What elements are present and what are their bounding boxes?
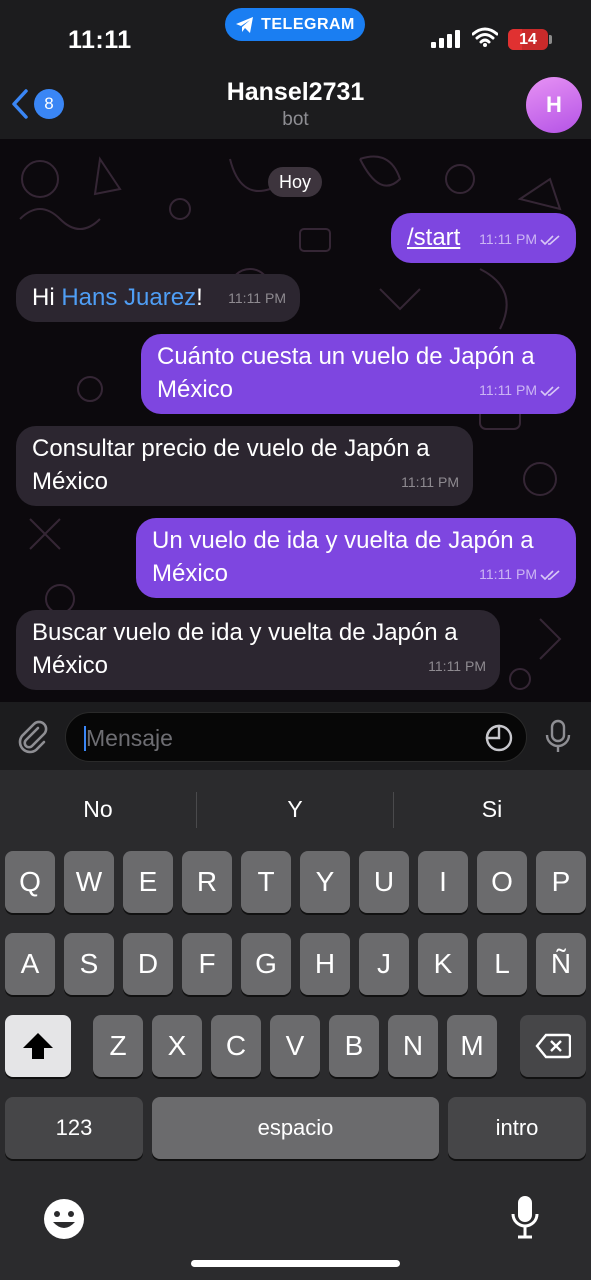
message-text-line1: Consultar precio de vuelo de Japón a xyxy=(32,435,430,462)
battery-level: 14 xyxy=(519,30,537,48)
key-b[interactable]: B xyxy=(329,1015,379,1077)
key-k[interactable]: K xyxy=(418,933,468,995)
message-text-line2: México xyxy=(32,468,109,495)
key-m[interactable]: M xyxy=(447,1015,497,1077)
shift-arrow-icon xyxy=(23,1033,53,1059)
message-meta: 11:11 PM xyxy=(428,650,486,683)
message-prefix: Hi xyxy=(32,284,62,311)
key-l[interactable]: L xyxy=(477,933,527,995)
message-bubble-outgoing[interactable]: Un vuelo de ida y vuelta de Japón a Méxi… xyxy=(136,518,576,598)
key-x[interactable]: X xyxy=(152,1015,202,1077)
key-q[interactable]: Q xyxy=(5,851,55,913)
chat-title[interactable]: Hansel2731 xyxy=(0,78,591,107)
message-text-line2: México xyxy=(152,560,229,587)
message-text-line1: Cuánto cuesta un vuelo de Japón a xyxy=(157,343,535,370)
key-r[interactable]: R xyxy=(182,851,232,913)
message-meta: 11:11 PM xyxy=(228,282,286,315)
backspace-key[interactable] xyxy=(520,1015,586,1077)
date-chip: Hoy xyxy=(268,167,322,197)
message-bubble-outgoing[interactable]: Cuánto cuesta un vuelo de Japón a México… xyxy=(141,334,576,414)
cellular-signal-icon xyxy=(431,30,460,48)
chat-subtitle: bot xyxy=(282,109,309,130)
message-text[interactable]: /start xyxy=(407,221,460,254)
key-u[interactable]: U xyxy=(359,851,409,913)
telegram-pill[interactable]: TELEGRAM xyxy=(225,8,365,41)
key-e[interactable]: E xyxy=(123,851,173,913)
message-text-line1: Buscar vuelo de ida y vuelta de Japón a xyxy=(32,619,458,646)
key-y[interactable]: Y xyxy=(300,851,350,913)
shift-key[interactable] xyxy=(5,1015,71,1077)
telegram-icon xyxy=(236,16,254,33)
message-text: Hi Hans Juarez! xyxy=(32,281,203,314)
numbers-key[interactable]: 123 xyxy=(5,1097,143,1159)
key-g[interactable]: G xyxy=(241,933,291,995)
suggestion-3[interactable]: Si xyxy=(394,796,590,823)
double-check-icon xyxy=(540,569,560,580)
message-meta: 11:11 PM xyxy=(479,374,562,407)
key-p[interactable]: P xyxy=(536,851,586,913)
key-w[interactable]: W xyxy=(64,851,114,913)
message-time: 11:11 PM xyxy=(428,658,486,674)
key-z[interactable]: Z xyxy=(93,1015,143,1077)
key-n[interactable]: N xyxy=(388,1015,438,1077)
message-text-line2: México xyxy=(32,652,109,679)
message-meta: 11:11 PM xyxy=(401,466,459,499)
wifi-icon xyxy=(472,27,498,47)
message-suffix: ! xyxy=(196,284,203,311)
message-text-line2: México xyxy=(157,376,234,403)
key-v[interactable]: V xyxy=(270,1015,320,1077)
message-composer: Mensaje xyxy=(0,702,591,770)
message-text-line1: Un vuelo de ida y vuelta de Japón a xyxy=(152,527,534,554)
chat-header: 8 Hansel2731 bot H xyxy=(0,66,591,139)
key-a[interactable]: A xyxy=(5,933,55,995)
status-time: 11:11 xyxy=(68,26,132,54)
key-c[interactable]: C xyxy=(211,1015,261,1077)
message-bubble-incoming[interactable]: Consultar precio de vuelo de Japón a Méx… xyxy=(16,426,473,506)
avatar[interactable]: H xyxy=(526,77,582,133)
message-time: 11:11 PM xyxy=(479,382,537,398)
message-meta: 11:11 PM xyxy=(479,558,562,591)
message-time: 11:11 PM xyxy=(479,566,537,582)
space-key[interactable]: espacio xyxy=(152,1097,439,1159)
emoji-icon[interactable] xyxy=(43,1198,85,1240)
double-check-icon xyxy=(540,385,560,396)
key-h[interactable]: H xyxy=(300,933,350,995)
user-mention-link[interactable]: Hans Juarez xyxy=(61,284,196,311)
message-bubble-incoming[interactable]: Buscar vuelo de ida y vuelta de Japón a … xyxy=(16,610,500,690)
message-time: 11:11 PM xyxy=(479,231,537,247)
suggestion-1[interactable]: No xyxy=(0,796,196,823)
keyboard: No Y Si QWERTYUIOP ASDFGHJKLÑ ZXCVBNM 12… xyxy=(0,770,591,1280)
message-time: 11:11 PM xyxy=(401,474,459,490)
status-bar: 11:11 TELEGRAM 14 xyxy=(0,0,591,66)
dictation-microphone-icon[interactable] xyxy=(510,1194,540,1240)
key-f[interactable]: F xyxy=(182,933,232,995)
key-t[interactable]: T xyxy=(241,851,291,913)
paperclip-icon[interactable] xyxy=(14,718,50,754)
message-input[interactable]: Mensaje xyxy=(65,712,527,762)
sticker-icon[interactable] xyxy=(484,723,514,753)
battery-indicator: 14 xyxy=(508,29,548,50)
key-i[interactable]: I xyxy=(418,851,468,913)
home-indicator xyxy=(191,1260,400,1267)
chat-area[interactable]: Hoy /start 11:11 PM Hi Hans Juarez! 11:1… xyxy=(0,139,591,702)
key-j[interactable]: J xyxy=(359,933,409,995)
key-d[interactable]: D xyxy=(123,933,173,995)
microphone-icon[interactable] xyxy=(543,719,573,755)
telegram-pill-label: TELEGRAM xyxy=(261,15,355,33)
backspace-icon xyxy=(535,1033,571,1059)
key-o[interactable]: O xyxy=(477,851,527,913)
battery-tip xyxy=(549,35,552,44)
message-time: 11:11 PM xyxy=(228,290,286,306)
message-bubble-outgoing[interactable]: /start 11:11 PM xyxy=(391,213,576,263)
double-check-icon xyxy=(540,234,560,245)
message-input-placeholder: Mensaje xyxy=(86,725,173,751)
suggestion-2[interactable]: Y xyxy=(197,796,393,823)
message-bubble-incoming[interactable]: Hi Hans Juarez! 11:11 PM xyxy=(16,274,300,322)
key-ñ[interactable]: Ñ xyxy=(536,933,586,995)
message-meta: 11:11 PM xyxy=(479,223,562,256)
return-key[interactable]: intro xyxy=(448,1097,586,1159)
key-s[interactable]: S xyxy=(64,933,114,995)
